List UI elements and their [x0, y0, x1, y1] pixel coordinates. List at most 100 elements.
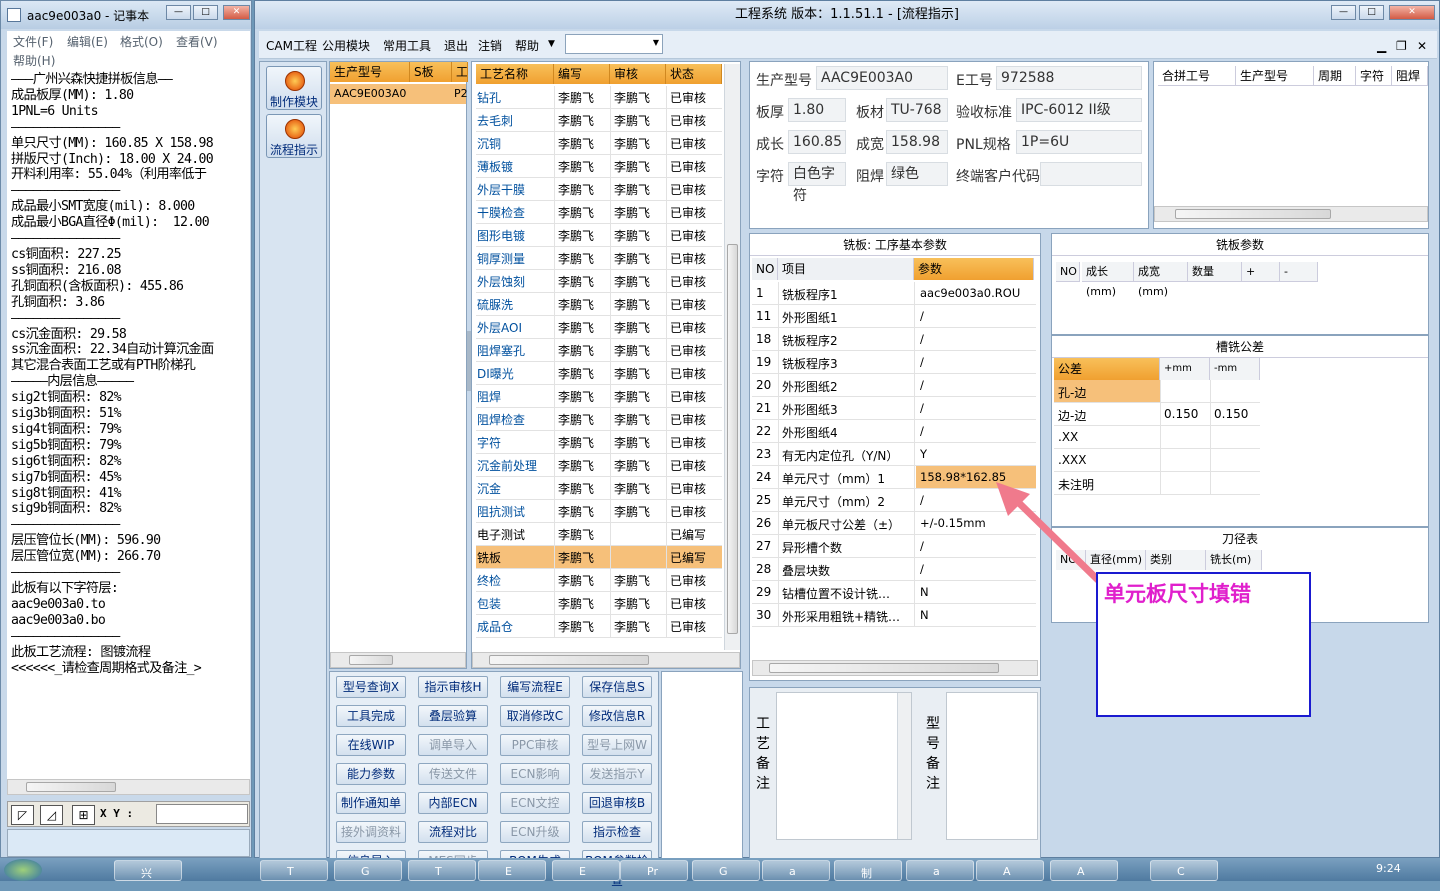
table-row[interactable]: 21 外形图纸3 / — [752, 397, 1036, 420]
value-cell[interactable]: / — [920, 309, 924, 323]
table-row[interactable]: 23 有无内定位孔（Y/N） Y — [752, 443, 1036, 466]
column-header[interactable]: 审核 — [610, 64, 666, 84]
column-header[interactable]: 铣长(m) — [1206, 550, 1262, 570]
table-row[interactable]: 30 外形采用粗铣+精铣… N — [752, 604, 1036, 627]
table-row[interactable]: 阻抗测试 李鹏飞 李鹏飞 已审核 — [476, 500, 722, 523]
notepad-text-area[interactable]: ———广州兴森快捷拼板信息—— 成品板厚(MM): 1.80 1PNL=6 Unit… — [7, 69, 250, 779]
action-button[interactable]: 制作通知单 — [336, 792, 406, 814]
action-button[interactable]: 指示审核H — [418, 676, 488, 698]
table-row[interactable]: 干膜检查 李鹏飞 李鹏飞 已审核 — [476, 201, 722, 224]
table-row[interactable]: 铣板 李鹏飞 已编写 — [476, 546, 722, 569]
scroll-thumb[interactable] — [26, 782, 116, 792]
action-button[interactable]: 流程对比 — [418, 821, 488, 843]
table-row[interactable]: 图形电镀 李鹏飞 李鹏飞 已审核 — [476, 224, 722, 247]
edit-tool-icon[interactable]: ◿ — [40, 805, 63, 825]
table-row[interactable]: 外层AOI 李鹏飞 李鹏飞 已审核 — [476, 316, 722, 339]
column-header[interactable]: 周期 — [1314, 66, 1356, 86]
value-cell[interactable]: / — [920, 562, 924, 576]
scroll-thumb[interactable] — [349, 655, 393, 665]
table-row[interactable]: 1 铣板程序1 aac9e003a0.ROU — [752, 282, 1036, 305]
width-field[interactable]: 158.98 — [886, 130, 948, 154]
table-row[interactable]: 钻孔 李鹏飞 李鹏飞 已审核 — [476, 86, 722, 109]
table-row[interactable]: 外层干膜 李鹏飞 李鹏飞 已审核 — [476, 178, 722, 201]
draw-tool-icon[interactable]: ◸ — [11, 805, 34, 825]
hscrollbar[interactable] — [472, 652, 740, 668]
action-button[interactable]: 工具完成 — [336, 705, 406, 727]
maximize-icon[interactable]: □ — [193, 5, 218, 20]
column-header[interactable]: - — [1280, 262, 1318, 282]
table-row[interactable]: .XXX — [1054, 449, 1260, 472]
model-remarks-input[interactable] — [946, 692, 1038, 840]
table-row[interactable]: 终检 李鹏飞 李鹏飞 已审核 — [476, 569, 722, 592]
column-header[interactable]: -mm — [1210, 358, 1260, 380]
menu-cam[interactable]: CAM工程 — [266, 37, 317, 54]
action-button[interactable]: 在线WIP — [336, 734, 406, 756]
table-row[interactable]: 22 外形图纸4 / — [752, 420, 1036, 443]
model-field[interactable]: AAC9E003A0 — [816, 66, 948, 90]
table-row[interactable]: 孔-边 — [1054, 380, 1260, 403]
menu-combo[interactable]: ▼ — [565, 34, 663, 54]
column-header[interactable]: 工 — [452, 62, 468, 82]
eng-field[interactable]: 972588 — [996, 66, 1142, 90]
menu-file[interactable]: 文件(F) — [13, 33, 53, 50]
table-row[interactable]: 薄板镀 李鹏飞 李鹏飞 已审核 — [476, 155, 722, 178]
value-cell[interactable]: / — [920, 355, 924, 369]
start-icon[interactable] — [4, 859, 42, 881]
maximize-icon[interactable]: □ — [1359, 5, 1384, 20]
action-button[interactable]: 能力参数 — [336, 763, 406, 785]
table-row[interactable]: 电子测试 李鹏飞 已编写 — [476, 523, 722, 546]
menu-common-module[interactable]: 公用模块 — [322, 37, 370, 54]
taskbar-item[interactable]: a — [762, 860, 830, 881]
menu-logout[interactable]: 注销 — [478, 37, 502, 54]
table-row[interactable]: .XX — [1054, 426, 1260, 449]
scroll-thumb[interactable] — [489, 655, 649, 665]
standard-field[interactable]: IPC-6012 II级 — [1016, 98, 1142, 122]
value-cell[interactable]: / — [920, 493, 924, 507]
table-row[interactable]: 阻焊塞孔 李鹏飞 李鹏飞 已审核 — [476, 339, 722, 362]
table-row[interactable]: 沉铜 李鹏飞 李鹏飞 已审核 — [476, 132, 722, 155]
column-header[interactable]: 合拼工号 — [1158, 66, 1236, 86]
action-button[interactable]: 指示检查 — [582, 821, 652, 843]
table-row[interactable]: 字符 李鹏飞 李鹏飞 已审核 — [476, 431, 722, 454]
column-header[interactable]: 编写 — [554, 64, 610, 84]
column-header[interactable]: S板 — [410, 62, 452, 82]
action-button[interactable]: 保存信息S — [582, 676, 652, 698]
scroll-thumb[interactable] — [727, 244, 738, 634]
char-field[interactable]: 白色字符 — [788, 162, 846, 204]
column-header[interactable]: 工艺名称 — [476, 64, 554, 84]
taskbar-item[interactable]: A — [976, 860, 1044, 881]
column-header[interactable]: 成长(mm) — [1082, 262, 1134, 298]
material-field[interactable]: TU-768 — [886, 98, 948, 122]
chevron-down-icon[interactable]: ▼ — [548, 39, 555, 49]
table-row[interactable]: 成品仓 李鹏飞 李鹏飞 已审核 — [476, 615, 722, 638]
value-cell[interactable]: aac9e003a0.ROU — [920, 286, 1020, 300]
action-button[interactable]: 取消修改C — [500, 705, 570, 727]
mdi-close-icon[interactable]: ✕ — [1417, 39, 1427, 53]
pnl-field[interactable]: 1P=6U — [1016, 130, 1142, 154]
action-button[interactable]: ECN影响 — [500, 763, 570, 785]
taskbar-item[interactable]: a — [906, 860, 974, 881]
thickness-field[interactable]: 1.80 — [788, 98, 846, 122]
action-button[interactable]: 型号查询X — [336, 676, 406, 698]
column-header[interactable]: 字符 — [1356, 66, 1392, 86]
taskbar-item[interactable]: G — [692, 860, 760, 881]
vscrollbar[interactable] — [724, 64, 740, 650]
table-row[interactable]: 20 外形图纸2 / — [752, 374, 1036, 397]
value-cell[interactable]: / — [920, 378, 924, 392]
value-cell[interactable]: +/-0.15mm — [920, 516, 986, 530]
action-button[interactable]: 编写流程E — [500, 676, 570, 698]
menu-view[interactable]: 查看(V) — [176, 33, 218, 50]
notepad-hscrollbar[interactable] — [7, 779, 250, 795]
table-row[interactable]: 外层蚀刻 李鹏飞 李鹏飞 已审核 — [476, 270, 722, 293]
minimize-icon[interactable]: — — [1331, 5, 1356, 20]
value-cell[interactable]: / — [920, 424, 924, 438]
value-cell[interactable]: / — [920, 401, 924, 415]
vscrollbar[interactable] — [897, 693, 911, 839]
customer-field[interactable] — [1040, 162, 1142, 186]
table-row[interactable]: 阻焊 李鹏飞 李鹏飞 已审核 — [476, 385, 722, 408]
action-button[interactable]: 发送指示Y — [582, 763, 652, 785]
action-button[interactable]: 调单导入 — [418, 734, 488, 756]
grid-tool-icon[interactable]: ⊞ — [72, 805, 95, 825]
action-button[interactable]: 修改信息R — [582, 705, 652, 727]
scroll-thumb[interactable] — [769, 663, 999, 673]
